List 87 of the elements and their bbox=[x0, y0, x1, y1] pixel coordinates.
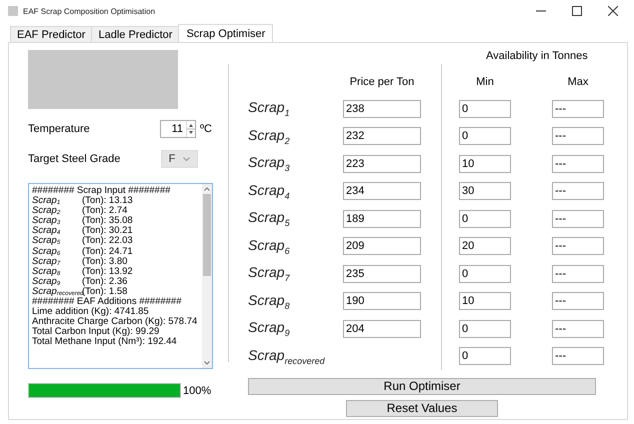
min-field[interactable]: 0 bbox=[459, 320, 511, 338]
scrap-name: Scrap$_{3}$ bbox=[32, 216, 62, 226]
max-field[interactable]: --- bbox=[552, 292, 604, 310]
scroll-up-icon[interactable] bbox=[203, 186, 211, 192]
scrap-name: Scrap$_{8}$ bbox=[32, 266, 62, 277]
price-field[interactable]: 209 bbox=[343, 237, 421, 256]
log-line: Total Methane Input (Nm³): 192.44 bbox=[32, 337, 177, 348]
max-field[interactable]: --- bbox=[552, 154, 604, 173]
tab[interactable]: EAF Predictor bbox=[10, 26, 92, 42]
scrap-name: Scrap$_{9}$ bbox=[32, 276, 62, 287]
max-field[interactable]: --- bbox=[552, 320, 604, 338]
max-field[interactable]: --- bbox=[552, 347, 604, 366]
scrap-label: Scrap$_{5}$ bbox=[248, 209, 291, 228]
log-value: (Ton): 3.80 bbox=[82, 256, 128, 267]
max-field[interactable]: --- bbox=[552, 237, 604, 256]
run-optimiser-button[interactable]: Run Optimiser bbox=[248, 378, 596, 395]
spin-arrows-icon[interactable] bbox=[186, 121, 195, 137]
scrap-name: Scrap$_{4}$ bbox=[32, 226, 62, 236]
column-heading: Min bbox=[475, 76, 495, 88]
min-field[interactable]: 30 bbox=[459, 182, 511, 200]
column-heading: Price per Ton bbox=[348, 76, 416, 88]
price-field[interactable]: 190 bbox=[343, 292, 421, 310]
tab[interactable]: Scrap Optimiser bbox=[178, 24, 274, 42]
reset-values-button[interactable]: Reset Values bbox=[346, 400, 498, 417]
log-value: (Ton): 22.03 bbox=[82, 236, 133, 247]
price-field[interactable]: 235 bbox=[343, 264, 421, 283]
temperature-label: Temperature bbox=[28, 123, 91, 135]
min-field[interactable]: 0 bbox=[459, 127, 511, 146]
log-line: ######## Scrap Input ######## bbox=[32, 186, 170, 196]
max-field[interactable]: --- bbox=[552, 182, 604, 200]
log-value: (Ton): 30.21 bbox=[82, 226, 133, 236]
log-value: (Ton): 2.74 bbox=[82, 206, 128, 216]
unit-label: ºC bbox=[200, 123, 212, 135]
min-field[interactable]: 20 bbox=[459, 237, 511, 256]
scroll-down-icon[interactable] bbox=[203, 360, 211, 366]
availability-heading: Availability in Tonnes bbox=[486, 49, 589, 64]
min-field[interactable]: 0 bbox=[459, 347, 511, 366]
close-icon[interactable] bbox=[608, 6, 618, 16]
scrap-name: Scrap$_{5}$ bbox=[32, 236, 62, 247]
log-line: ######## EAF Additions ######## bbox=[32, 297, 182, 308]
max-field[interactable]: --- bbox=[552, 264, 604, 283]
min-field[interactable]: 0 bbox=[459, 210, 511, 228]
log-line: Lime addition (Kg): 4741.85 bbox=[32, 307, 149, 318]
log-line: Total Carbon Input (Kg): 99.29 bbox=[32, 327, 160, 338]
scrollbar[interactable] bbox=[202, 184, 212, 368]
app-icon bbox=[8, 6, 18, 16]
log-value: (Ton): 35.08 bbox=[82, 216, 133, 226]
min-field[interactable]: 0 bbox=[459, 100, 511, 118]
scrap-name: Scrap$_{6}$ bbox=[32, 246, 62, 257]
scrap-name: Scrap$_{2}$ bbox=[32, 206, 62, 216]
scrap-label: Scrap$_{8}$ bbox=[248, 292, 291, 311]
scrap-label: Scrap$_{9}$ bbox=[248, 319, 291, 338]
log-value: (Ton): 13.92 bbox=[82, 266, 133, 277]
price-field[interactable]: 238 bbox=[343, 100, 421, 118]
scrap-label: Scrap$_{3}$ bbox=[248, 154, 291, 174]
output-textbox[interactable] bbox=[28, 183, 213, 369]
price-field[interactable]: 223 bbox=[343, 154, 421, 173]
progress-reading: 100% bbox=[183, 384, 212, 396]
scrap-label: Scrap$_{6}$ bbox=[248, 236, 291, 256]
grade-label: Target Steel Grade bbox=[28, 153, 122, 165]
scrap-label: Scrap$_{4}$ bbox=[248, 182, 291, 201]
price-field[interactable]: 189 bbox=[343, 210, 421, 228]
min-field[interactable]: 10 bbox=[459, 292, 511, 310]
log-value: (Ton): 13.13 bbox=[82, 196, 133, 206]
window-title: EAF Scrap Composition Optimisation bbox=[23, 6, 156, 16]
max-field[interactable]: --- bbox=[552, 210, 604, 228]
log-value: (Ton): 2.36 bbox=[82, 276, 128, 287]
scrap-label: Scrap$_{1}$ bbox=[248, 99, 291, 118]
price-field[interactable]: 232 bbox=[343, 127, 421, 146]
price-field[interactable]: 204 bbox=[343, 320, 421, 338]
log-value: (Ton): 24.71 bbox=[82, 246, 133, 257]
max-field[interactable]: --- bbox=[552, 127, 604, 146]
scrap-label: Scrap$_{2}$ bbox=[248, 126, 291, 146]
max-field[interactable]: --- bbox=[552, 100, 604, 118]
column-heading: Max bbox=[566, 76, 590, 88]
price-field[interactable]: 234 bbox=[343, 182, 421, 200]
log-line: Anthracite Charge Carbon (Kg): 578.74 bbox=[32, 317, 198, 328]
scrap-name: Scrap$_{recovered}$ bbox=[32, 286, 82, 298]
min-field[interactable]: 10 bbox=[459, 154, 511, 173]
scrap-name: Scrap$_{1}$ bbox=[32, 196, 62, 206]
tab[interactable]: Ladle Predictor bbox=[91, 26, 180, 42]
maximize-icon[interactable] bbox=[572, 6, 582, 16]
temperature-spinbox[interactable]: 11 bbox=[160, 120, 196, 138]
scrap-label: Scrap$_{recovered}$ bbox=[248, 346, 326, 366]
scrap-label: Scrap$_{7}$ bbox=[248, 264, 291, 284]
min-field[interactable]: 0 bbox=[459, 264, 511, 283]
scrap-name: Scrap$_{7}$ bbox=[32, 256, 62, 267]
